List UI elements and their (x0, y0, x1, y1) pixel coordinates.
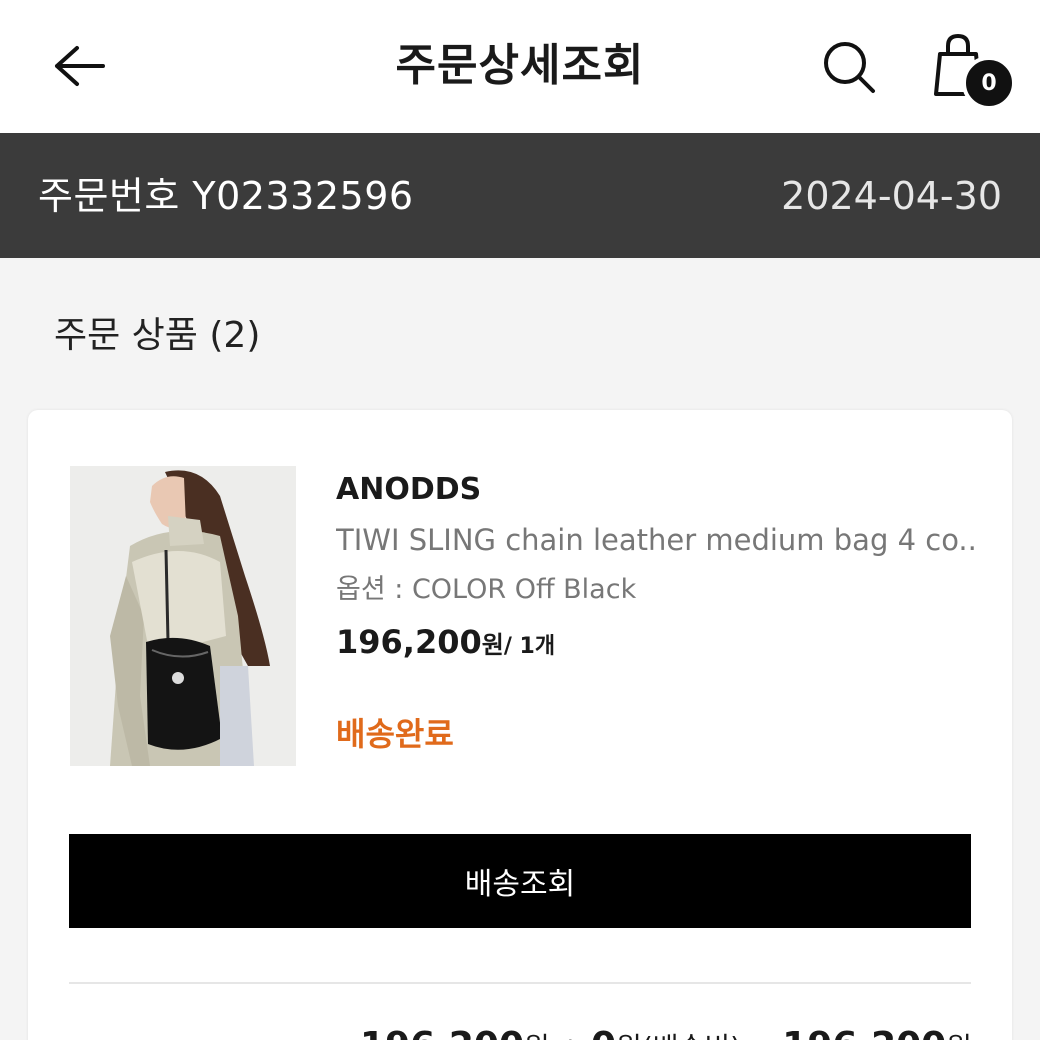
product-brand: ANODDS (336, 472, 482, 507)
summary-plus: + (550, 1031, 591, 1040)
product-photo-illustration (70, 466, 296, 766)
summary-total: 196,200 (782, 1025, 946, 1040)
summary-shipping-unit: 원(배송비) (616, 1031, 741, 1040)
delivery-status: 배송완료 (336, 715, 454, 753)
order-item-card: ANODDS TIWI SLING chain leather medium b… (28, 410, 1012, 1040)
cart-button[interactable]: 0 (924, 30, 1020, 114)
summary-subtotal-unit: 원 (524, 1031, 550, 1040)
order-number: 주문번호 Y02332596 (38, 174, 414, 218)
page-title: 주문상세조회 (395, 40, 645, 91)
summary-shipping: 0 (591, 1025, 616, 1040)
summary-subtotal: 196,200 (360, 1025, 524, 1040)
product-image[interactable] (70, 466, 296, 766)
product-price-row: 196,200원/ 1개 (336, 620, 555, 670)
product-quantity: / 1개 (503, 634, 556, 659)
track-delivery-button[interactable]: 배송조회 (69, 834, 971, 928)
product-name[interactable]: TIWI SLING chain leather medium bag 4 co… (336, 520, 976, 560)
top-navigation-bar: 주문상세조회 0 (0, 0, 1040, 133)
cart-count-badge: 0 (962, 56, 1016, 110)
order-date: 2024-04-30 (781, 174, 1002, 218)
product-price: 196,200 (336, 623, 482, 661)
search-button[interactable] (818, 36, 880, 98)
order-info-bar: 주문번호 Y02332596 2024-04-30 (0, 133, 1040, 258)
search-icon (824, 42, 875, 93)
summary-equals: = (741, 1031, 782, 1040)
product-option: 옵션 : COLOR Off Black (336, 574, 637, 605)
order-items-heading: 주문 상품 (2) (54, 315, 261, 356)
summary-total-unit: 원 (946, 1031, 972, 1040)
price-summary: 196,200원 + 0원(배송비) = 196,200원 (360, 1022, 972, 1040)
divider (69, 982, 971, 984)
price-currency: 원 (481, 631, 504, 659)
